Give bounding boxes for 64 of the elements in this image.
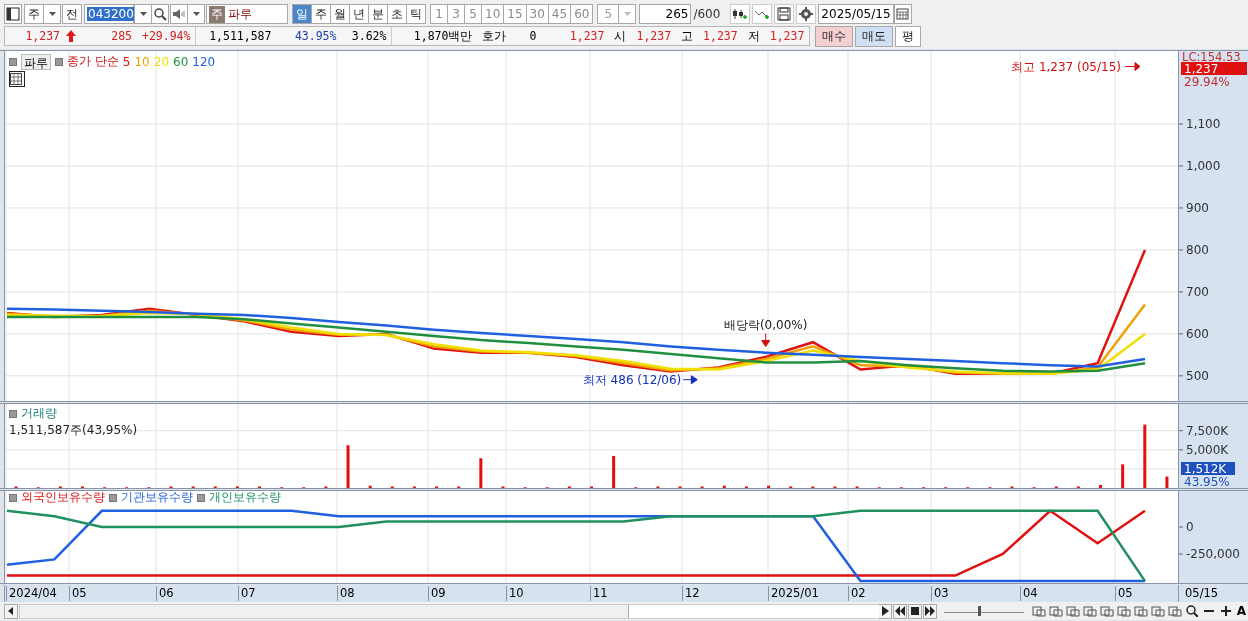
volume-summary: 1,511,587주(43,95%) xyxy=(9,422,138,439)
volume-rate-label: 43.95% xyxy=(1184,475,1230,488)
axis-label: 7,500K xyxy=(1186,423,1229,438)
volume-value: 1,511,587 xyxy=(208,29,273,43)
axis-label: 500 xyxy=(1186,368,1209,383)
high-label: 고 xyxy=(680,28,695,44)
legend-item: 5 xyxy=(122,54,131,69)
current-volume-tag: 1,512K xyxy=(1181,462,1235,476)
high-price-label: 최고 1,237 (05/15) xyxy=(1011,59,1121,74)
date-label: 03 xyxy=(931,586,949,601)
date-label: 04 xyxy=(1020,586,1038,601)
axis-label: 600 xyxy=(1186,326,1209,341)
date-label: 09 xyxy=(428,586,446,601)
change-rate-label: 29.94% xyxy=(1184,75,1230,89)
legend-item: 개인보유수량 xyxy=(209,491,281,504)
quote-label: 호가 xyxy=(481,28,508,44)
date-label: 07 xyxy=(238,586,256,601)
date-label: 2025/01 xyxy=(768,586,819,601)
legend-item: 20 xyxy=(153,54,170,69)
axis-label: 900 xyxy=(1186,200,1209,215)
axis-label: 0 xyxy=(1186,520,1194,534)
market-badge: 주 xyxy=(209,5,225,23)
low-label: 저 xyxy=(746,28,761,44)
axis-label: 700 xyxy=(1186,284,1209,299)
current-price: 1,237 xyxy=(24,29,61,43)
quote-value: 0 xyxy=(528,29,538,43)
trade-amount: 1,870백만 xyxy=(412,28,474,44)
stock-name: 파루 xyxy=(228,5,252,23)
low-price: 1,237 xyxy=(768,29,806,43)
legend-item: 외국인보유수량 xyxy=(21,491,105,504)
legend-label: 거래량 xyxy=(21,405,57,422)
date-label: 02 xyxy=(848,586,866,601)
quote-price: 1,237 xyxy=(568,29,606,43)
change-rate: +29.94% xyxy=(141,29,192,43)
date-label: 05 xyxy=(1115,586,1133,601)
open-label: 시 xyxy=(613,28,628,44)
date-label: 2024/04 xyxy=(6,586,57,601)
current-price-tag: 1,237 xyxy=(1181,62,1247,76)
date-label: 05 xyxy=(69,586,87,601)
volume-rate: 43.95% xyxy=(293,29,338,43)
axis-label: 1,000 xyxy=(1186,159,1221,173)
legend-item: 60 xyxy=(173,54,189,69)
event-label: 배당락(0,00%) xyxy=(723,317,808,332)
open-price: 1,237 xyxy=(635,29,673,43)
high-price: 1,237 xyxy=(702,29,739,43)
legend-item: 기관보유수량 xyxy=(121,491,193,504)
legend-item: 10 xyxy=(134,54,150,69)
legend-label: 종가 단순 xyxy=(67,53,119,70)
axis-label: 5,000K xyxy=(1186,442,1229,457)
turnover-rate: 3.62% xyxy=(350,29,388,43)
legend-item: 120 xyxy=(192,54,216,69)
date-label: 12 xyxy=(682,586,700,601)
low-price-label: 최저 486 (12/06) xyxy=(582,372,682,387)
date-label: 11 xyxy=(590,586,608,601)
price-change: 285 xyxy=(110,29,133,43)
date-label: 05/15 xyxy=(1178,585,1248,602)
axis-label: -250,000 xyxy=(1186,547,1240,562)
date-label: 10 xyxy=(506,586,524,601)
axis-top-label: LC:154.53 xyxy=(1182,51,1241,64)
date-label: 06 xyxy=(156,586,174,601)
axis-label: 1,100 xyxy=(1186,117,1221,131)
date-label: 08 xyxy=(337,586,355,601)
count-max: /600 xyxy=(693,7,721,21)
axis-label: 800 xyxy=(1186,242,1209,257)
